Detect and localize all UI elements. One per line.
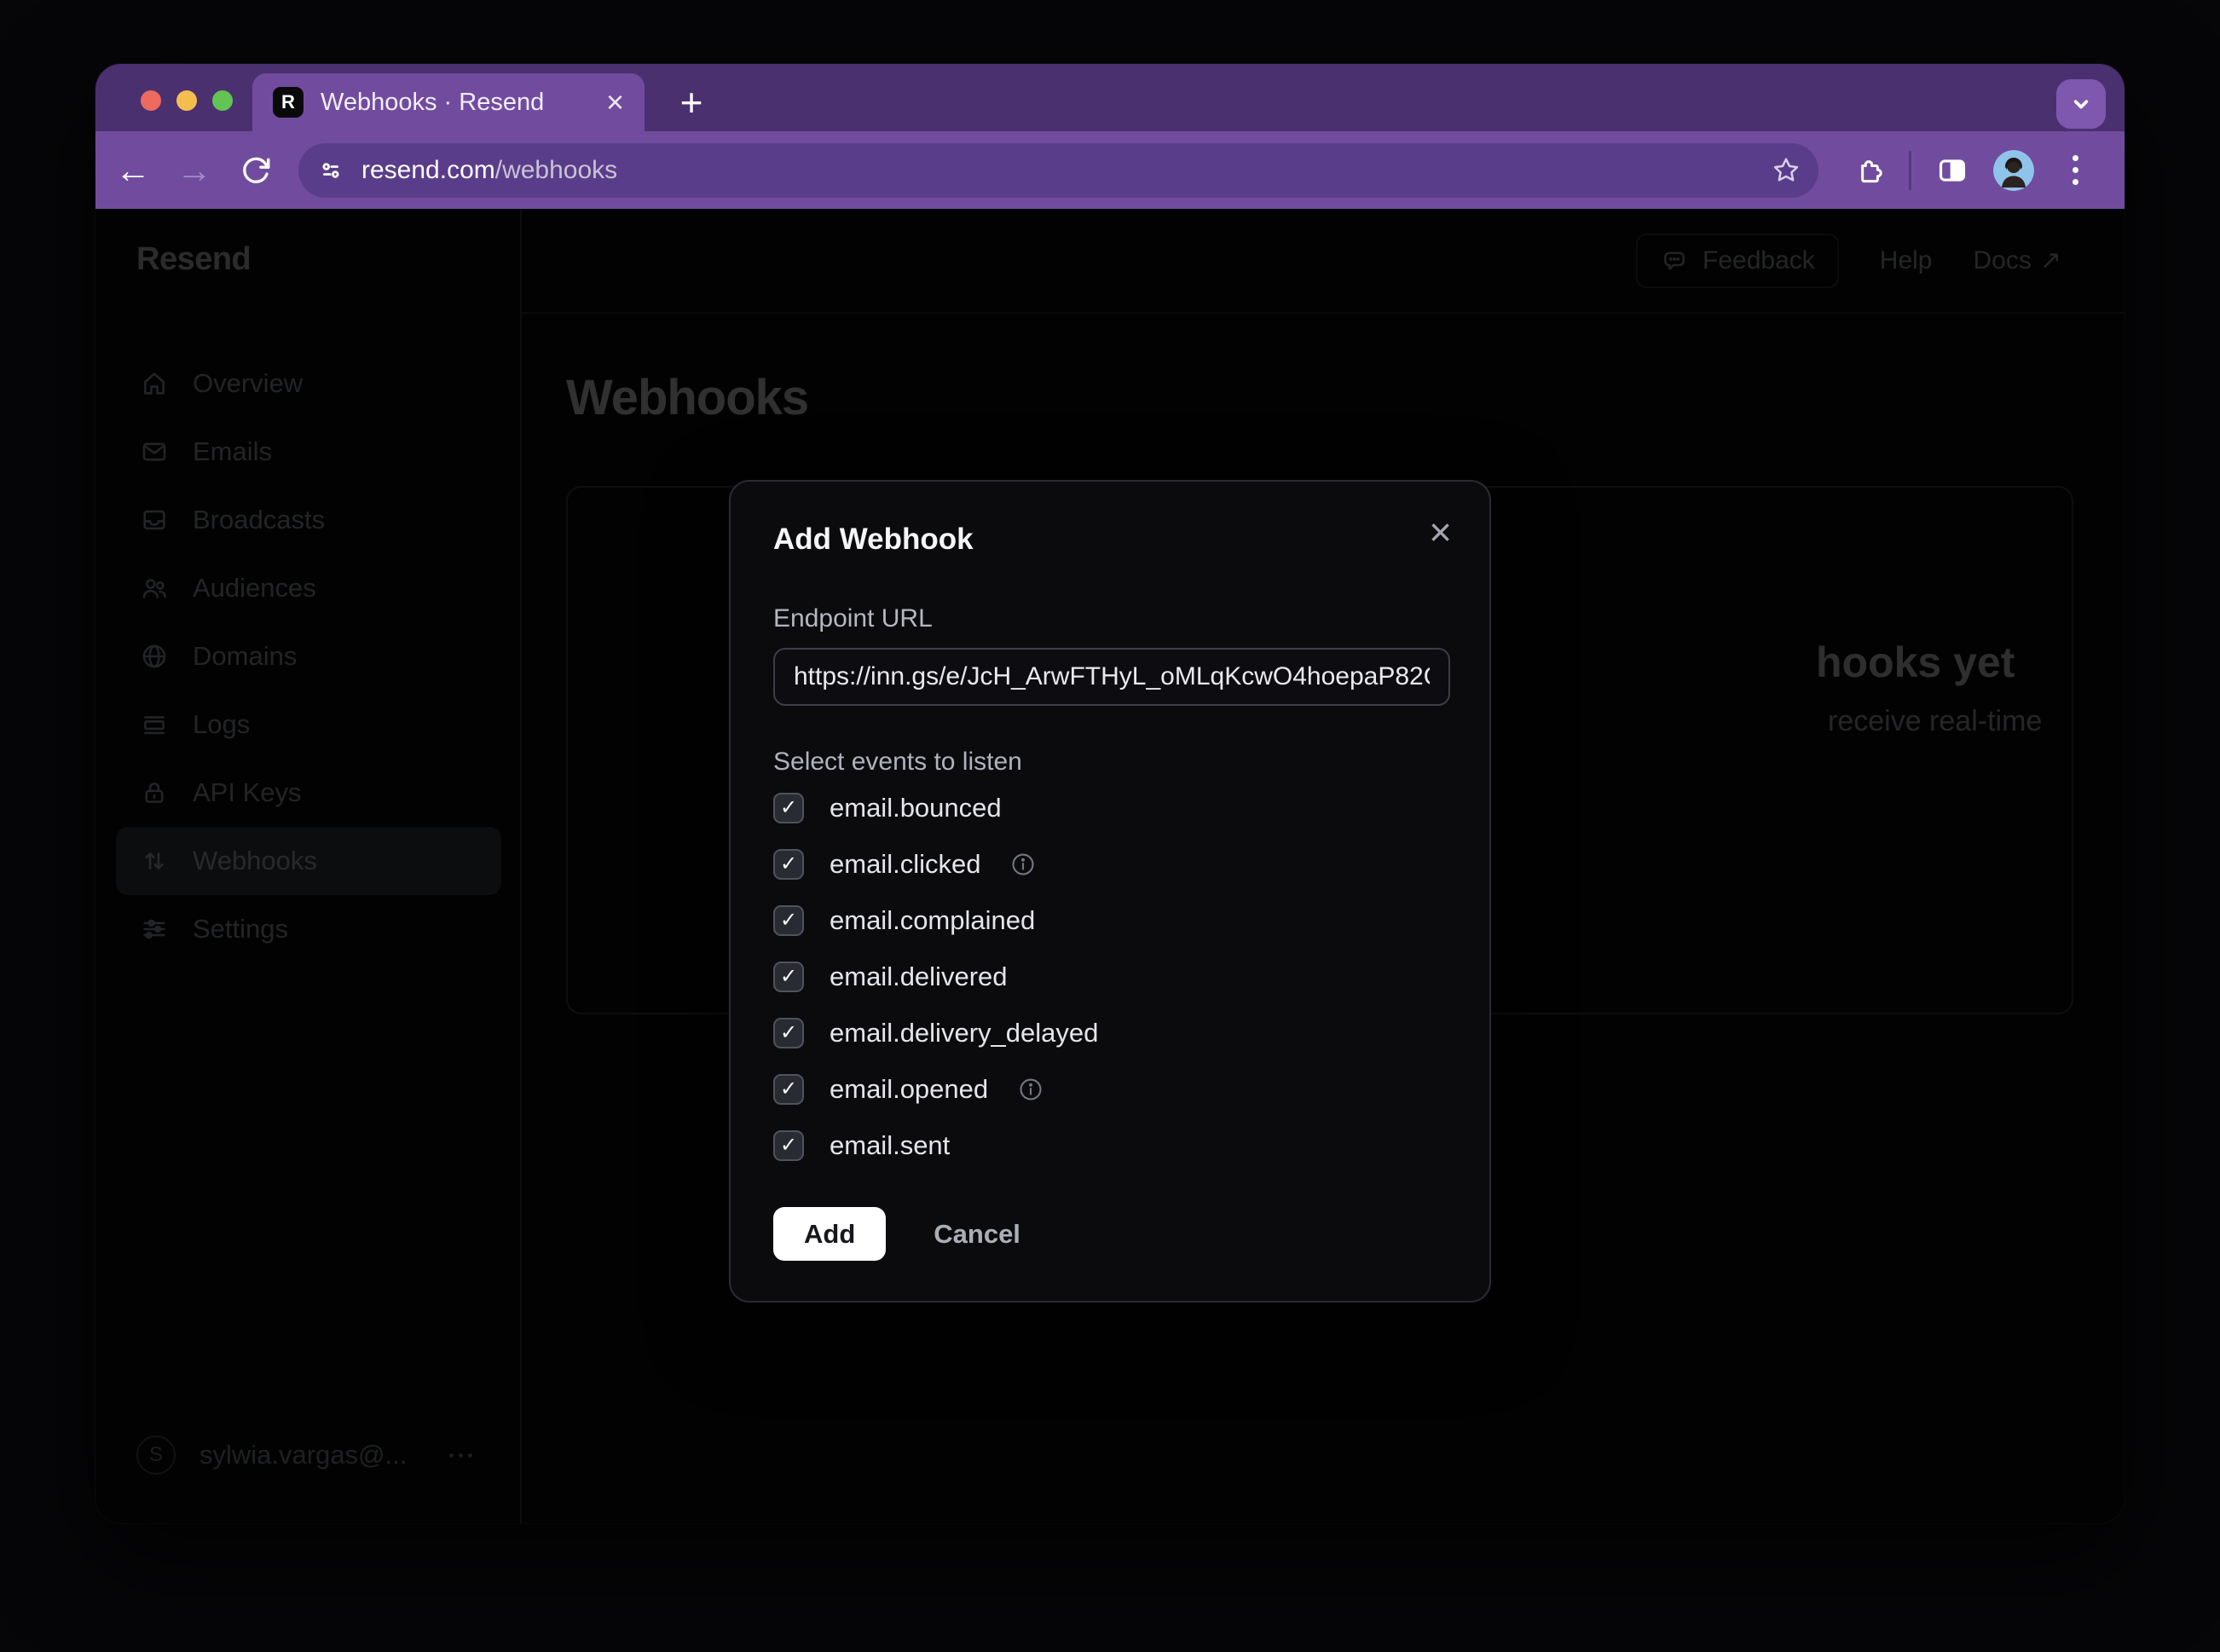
checkbox-email-delivery-delayed[interactable]: ✓ (773, 1018, 804, 1048)
check-icon: ✓ (780, 1079, 797, 1100)
event-row-sent: ✓ email.sent (773, 1118, 1450, 1174)
tab-strip: R Webhooks · Resend × + (95, 64, 2125, 131)
maximize-window-button[interactable] (212, 90, 233, 111)
side-panel-icon (1936, 154, 1969, 187)
extensions-puzzle-icon (1852, 154, 1884, 187)
check-icon: ✓ (780, 854, 797, 875)
reload-button[interactable] (225, 154, 286, 187)
toolbar-separator (1909, 151, 1911, 190)
page-content: Resend Overview Emails Broadcasts (95, 209, 2125, 1523)
url-text: resend.com/webhooks (361, 156, 1771, 185)
forward-button[interactable]: → (164, 153, 225, 188)
event-row-delivery-delayed: ✓ email.delivery_delayed (773, 1005, 1450, 1061)
url-bar[interactable]: resend.com/webhooks (298, 143, 1818, 198)
event-row-delivered: ✓ email.delivered (773, 949, 1450, 1005)
modal-title: Add Webhook (773, 523, 974, 557)
check-icon: ✓ (780, 967, 797, 987)
event-row-clicked: ✓ email.clicked (773, 836, 1450, 892)
desktop-background: R Webhooks · Resend × + ← → (0, 0, 2220, 1652)
browser-tab-webhooks[interactable]: R Webhooks · Resend × (252, 73, 645, 131)
select-events-label: Select events to listen (773, 748, 1022, 777)
endpoint-url-label: Endpoint URL (773, 604, 933, 633)
reload-icon (240, 154, 272, 187)
event-label: email.delivery_delayed (830, 1018, 1098, 1048)
checkbox-email-clicked[interactable]: ✓ (773, 849, 804, 880)
event-row-bounced: ✓ email.bounced (773, 780, 1450, 836)
checkbox-email-delivered[interactable]: ✓ (773, 962, 804, 992)
event-label: email.delivered (830, 962, 1008, 992)
cancel-button[interactable]: Cancel (934, 1219, 1020, 1250)
checkbox-email-complained[interactable]: ✓ (773, 905, 804, 936)
event-row-complained: ✓ email.complained (773, 892, 1450, 949)
event-label: email.sent (830, 1130, 950, 1161)
new-tab-button[interactable]: + (665, 76, 718, 129)
minimize-window-button[interactable] (176, 90, 197, 111)
browser-menu-button[interactable] (2044, 155, 2106, 185)
back-button[interactable]: ← (102, 153, 164, 188)
side-panel-button[interactable] (1922, 154, 1983, 187)
chevron-down-icon (2067, 90, 2096, 118)
url-path: /webhooks (495, 156, 617, 184)
checkbox-email-bounced[interactable]: ✓ (773, 793, 804, 823)
add-button[interactable]: Add (773, 1207, 886, 1261)
check-icon: ✓ (780, 910, 797, 931)
check-icon: ✓ (780, 1023, 797, 1043)
event-row-opened: ✓ email.opened (773, 1061, 1450, 1118)
extensions-button[interactable] (1837, 154, 1899, 187)
event-label: email.bounced (830, 793, 1002, 823)
tab-close-icon[interactable]: × (606, 87, 624, 118)
close-window-button[interactable] (141, 90, 161, 111)
resend-favicon-icon: R (273, 87, 304, 118)
profile-avatar (1993, 150, 2034, 191)
event-label: email.complained (830, 905, 1035, 936)
url-domain: resend.com (361, 156, 495, 184)
tab-search-button[interactable] (2056, 79, 2106, 129)
checkbox-email-opened[interactable]: ✓ (773, 1074, 804, 1105)
kebab-menu-icon (2073, 155, 2078, 185)
info-icon[interactable] (1009, 851, 1037, 878)
bookmark-star-icon[interactable] (1771, 155, 1801, 186)
browser-window: R Webhooks · Resend × + ← → (95, 64, 2125, 1523)
site-info-icon[interactable] (315, 155, 346, 186)
tab-title: Webhooks · Resend (321, 89, 589, 117)
events-list: ✓ email.bounced ✓ email.clicked ✓ email.… (773, 780, 1450, 1174)
event-label: email.opened (830, 1074, 988, 1105)
info-icon[interactable] (1017, 1076, 1044, 1103)
check-icon: ✓ (780, 1135, 797, 1156)
endpoint-url-input[interactable] (773, 648, 1450, 706)
modal-actions: Add Cancel (773, 1207, 1020, 1261)
profile-avatar-button[interactable] (1983, 150, 2044, 191)
browser-toolbar: ← → resend.com/webhooks (95, 131, 2125, 209)
modal-close-icon[interactable]: × (1429, 512, 1452, 552)
checkbox-email-sent[interactable]: ✓ (773, 1130, 804, 1161)
event-label: email.clicked (830, 849, 980, 880)
add-webhook-modal: Add Webhook × Endpoint URL Select events… (729, 480, 1491, 1303)
check-icon: ✓ (780, 798, 797, 818)
